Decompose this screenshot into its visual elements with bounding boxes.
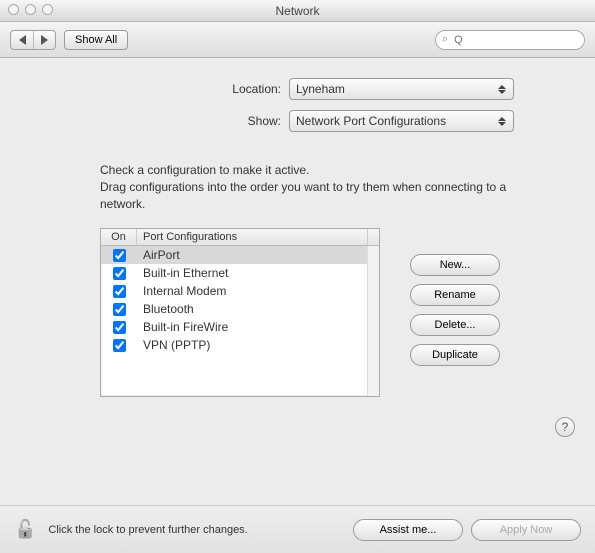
row-checkbox[interactable] (113, 321, 126, 334)
instruction-line: Check a configuration to make it active. (100, 162, 520, 179)
table-row[interactable]: Internal Modem (101, 282, 379, 300)
port-config-table: On Port Configurations AirPort Built-in E… (100, 228, 380, 397)
minimize-icon[interactable] (25, 4, 36, 15)
search-field[interactable]: ⌕ (435, 30, 585, 50)
row-name: VPN (PPTP) (137, 338, 379, 352)
chevron-left-icon (19, 35, 26, 45)
delete-button[interactable]: Delete... (410, 314, 500, 336)
row-name: Built-in FireWire (137, 320, 379, 334)
back-button[interactable] (11, 31, 33, 49)
row-checkbox[interactable] (113, 339, 126, 352)
side-buttons: New... Rename Delete... Duplicate (410, 228, 500, 366)
nav-segment (10, 30, 56, 50)
row-name: Built-in Ethernet (137, 266, 379, 280)
toolbar: Show All ⌕ (0, 22, 595, 58)
lock-text: Click the lock to prevent further change… (48, 524, 247, 536)
row-name: Bluetooth (137, 302, 379, 316)
window-controls[interactable] (8, 4, 53, 15)
rename-button[interactable]: Rename (410, 284, 500, 306)
content: Location: Lyneham Show: Network Port Con… (0, 58, 595, 437)
table-header: On Port Configurations (101, 229, 379, 246)
zoom-icon[interactable] (42, 4, 53, 15)
apply-button[interactable]: Apply Now (471, 519, 581, 541)
col-header-on[interactable]: On (101, 229, 137, 245)
show-all-button[interactable]: Show All (64, 30, 128, 50)
table-row[interactable]: Bluetooth (101, 300, 379, 318)
instruction-line: Drag configurations into the order you w… (100, 179, 520, 213)
help-icon: ? (562, 420, 569, 434)
chevron-right-icon (41, 35, 48, 45)
scrollbar[interactable] (367, 246, 379, 396)
updown-icon (495, 81, 509, 97)
table-row[interactable]: Built-in Ethernet (101, 264, 379, 282)
assist-button[interactable]: Assist me... (353, 519, 463, 541)
table-row[interactable]: AirPort (101, 246, 379, 264)
row-name: Internal Modem (137, 284, 379, 298)
search-input[interactable] (452, 33, 595, 47)
row-checkbox[interactable] (113, 303, 126, 316)
table-body: AirPort Built-in Ethernet Internal Modem Bl… (101, 246, 379, 396)
show-value: Network Port Configurations (296, 114, 446, 128)
table-row[interactable]: Built-in FireWire (101, 318, 379, 336)
show-select[interactable]: Network Port Configurations (289, 110, 514, 132)
lock-icon[interactable]: 🔓 (14, 519, 36, 540)
location-select[interactable]: Lyneham (289, 78, 514, 100)
search-icon: ⌕ (442, 33, 448, 46)
row-checkbox[interactable] (113, 249, 126, 262)
row-checkbox[interactable] (113, 267, 126, 280)
table-row[interactable]: VPN (PPTP) (101, 336, 379, 354)
new-button[interactable]: New... (410, 254, 500, 276)
location-value: Lyneham (296, 82, 345, 96)
footer: 🔓 Click the lock to prevent further chan… (0, 505, 595, 553)
row-checkbox[interactable] (113, 285, 126, 298)
forward-button[interactable] (33, 31, 55, 49)
help-button[interactable]: ? (555, 417, 575, 437)
instructions: Check a configuration to make it active.… (100, 162, 520, 212)
show-label: Show: (81, 114, 281, 128)
titlebar: Network (0, 0, 595, 22)
location-label: Location: (81, 82, 281, 96)
updown-icon (495, 113, 509, 129)
duplicate-button[interactable]: Duplicate (410, 344, 500, 366)
close-icon[interactable] (8, 4, 19, 15)
window-title: Network (275, 4, 319, 18)
col-header-name[interactable]: Port Configurations (137, 229, 367, 245)
row-name: AirPort (137, 248, 379, 262)
